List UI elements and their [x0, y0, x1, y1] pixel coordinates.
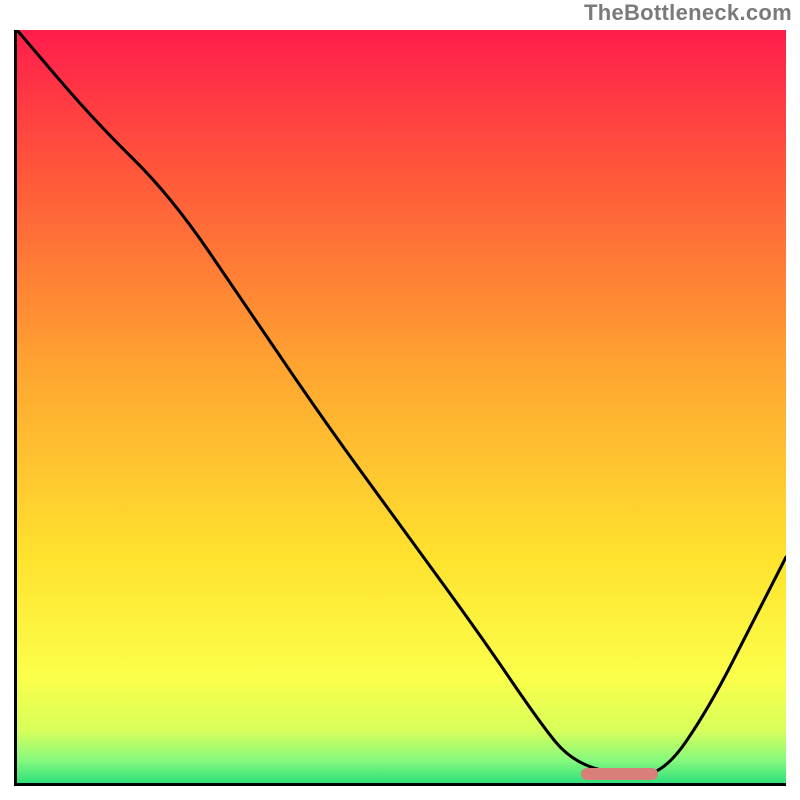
chart-stage: TheBottleneck.com — [0, 0, 800, 800]
chart-svg — [17, 30, 786, 783]
watermark-text: TheBottleneck.com — [584, 0, 792, 26]
gradient-fill — [17, 30, 786, 783]
plot-area — [14, 30, 786, 786]
optimum-marker — [581, 768, 658, 780]
